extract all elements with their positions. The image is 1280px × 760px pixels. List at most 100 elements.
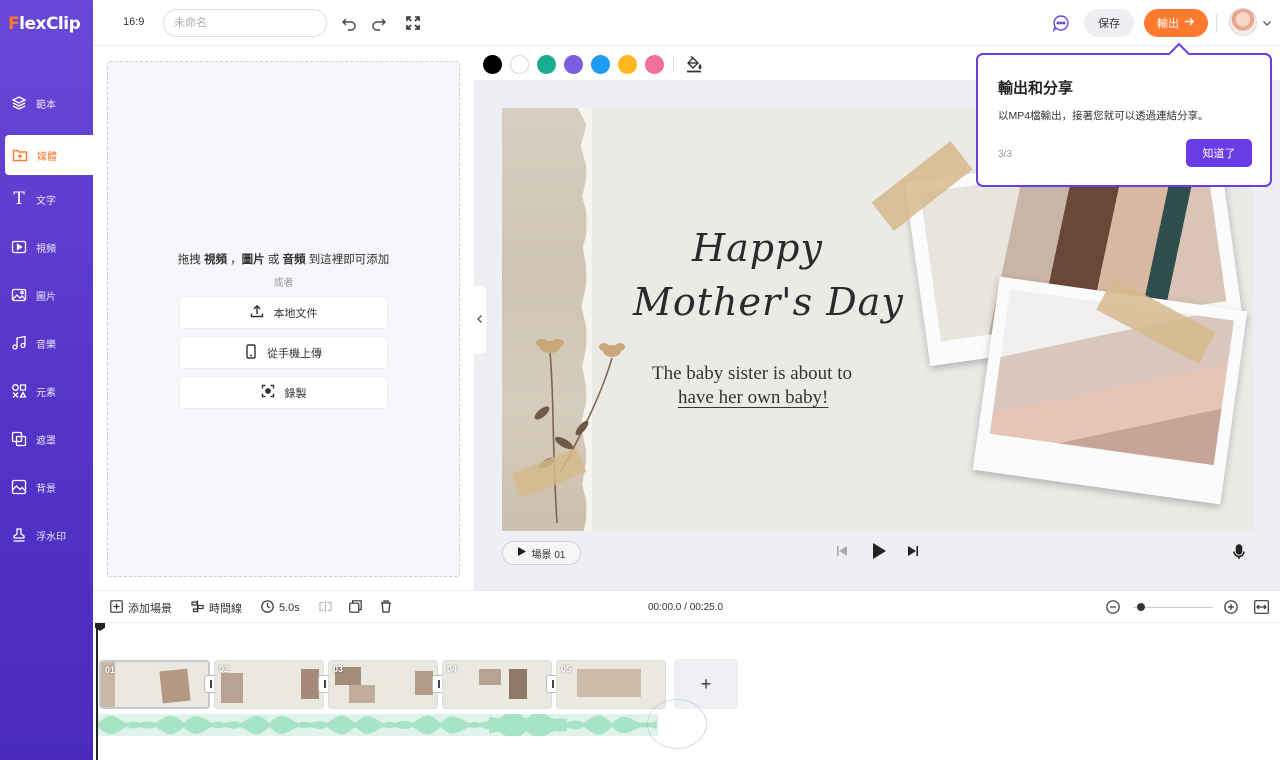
media-dropzone[interactable]: 拖拽 視頻 ，圖片 或 音頻 到這裡即可添加 或者 本地文件 從手機上傳 錄製 xyxy=(107,61,460,577)
microphone-icon[interactable] xyxy=(1232,544,1246,560)
zoom-slider-handle[interactable] xyxy=(1137,603,1145,611)
color-swatch-blue[interactable] xyxy=(591,55,610,74)
fullscreen-icon[interactable] xyxy=(403,13,423,33)
skip-forward-icon[interactable] xyxy=(906,544,920,558)
playback-time: 00:00.0 / 00:25.0 xyxy=(648,602,724,613)
layers-icon xyxy=(11,95,27,111)
zoom-out-icon[interactable] xyxy=(1106,600,1120,614)
clock-icon xyxy=(261,600,274,616)
skip-back-icon[interactable] xyxy=(835,544,849,558)
got-it-button[interactable]: 知道了 xyxy=(1186,139,1252,167)
arrow-right-icon xyxy=(1184,16,1195,30)
subtitle-line-1[interactable]: The baby sister is about to xyxy=(652,363,852,385)
audio-waveform-track[interactable] xyxy=(98,714,658,736)
watermark-stamp-overlay xyxy=(647,699,707,749)
subtitle-line-2[interactable]: have her own baby! xyxy=(678,387,828,409)
sidebar-item-text[interactable]: T 文字 xyxy=(0,179,93,219)
tooltip-step: 3/3 xyxy=(998,149,1012,160)
undo-icon[interactable] xyxy=(339,13,359,33)
color-swatch-white[interactable] xyxy=(510,55,529,74)
color-swatch-yellow[interactable] xyxy=(618,55,637,74)
phone-upload-button[interactable]: 從手機上傳 xyxy=(180,337,387,368)
sidebar-item-background[interactable]: 背景 xyxy=(0,467,93,507)
scene-clip[interactable]: 04 xyxy=(442,660,552,709)
sidebar-item-templates[interactable]: 範本 xyxy=(0,83,93,123)
scene-duration-button[interactable]: 5.0s xyxy=(261,600,300,616)
timeline-track-area: 01 02 03 04 05 + xyxy=(93,623,1280,760)
sidebar-item-video[interactable]: 視頻 xyxy=(0,227,93,267)
elements-icon xyxy=(11,383,27,399)
sidebar: FlexClip 範本 媒體 T 文字 視頻 圖片 音樂 元素 遮罩 背景 浮水… xyxy=(0,0,93,760)
sidebar-item-label: 背景 xyxy=(36,483,56,495)
sidebar-item-watermark[interactable]: 浮水印 xyxy=(0,515,93,555)
scene-clip[interactable]: 03 xyxy=(328,660,438,709)
scene-selector[interactable]: 場景 01 xyxy=(502,541,581,565)
duplicate-icon[interactable] xyxy=(349,600,362,613)
chevron-left-icon xyxy=(476,313,484,327)
play-icon[interactable] xyxy=(871,542,887,560)
top-bar: 16:9 保存 輸出 xyxy=(93,0,1280,46)
color-swatch-purple[interactable] xyxy=(564,55,583,74)
redo-icon[interactable] xyxy=(369,13,389,33)
scene-clip[interactable]: 02 xyxy=(214,660,324,709)
export-tooltip: 輸出和分享 以MP4檔輸出，接著您就可以透過連結分享。 3/3 知道了 xyxy=(976,53,1272,187)
upload-icon xyxy=(250,304,264,321)
sidebar-item-elements[interactable]: 元素 xyxy=(0,371,93,411)
sidebar-item-label: 文字 xyxy=(36,195,56,207)
tooltip-body: 以MP4檔輸出，接著您就可以透過連結分享。 xyxy=(998,110,1209,122)
mobile-phone-icon xyxy=(245,343,257,362)
drop-instructions: 拖拽 視頻 ，圖片 或 音頻 到這裡即可添加 xyxy=(177,254,390,266)
color-swatch-pink[interactable] xyxy=(645,55,664,74)
media-panel: 拖拽 視頻 ，圖片 或 音頻 到這裡即可添加 或者 本地文件 從手機上傳 錄製 xyxy=(93,47,474,590)
or-label: 或者 xyxy=(273,278,294,289)
sidebar-item-label: 圖片 xyxy=(36,291,56,303)
timeline-view-button[interactable]: 時間線 xyxy=(191,600,242,616)
sidebar-item-music[interactable]: 音樂 xyxy=(0,323,93,363)
add-scene-button[interactable]: 添加場景 xyxy=(110,600,172,616)
aspect-ratio-selector[interactable]: 16:9 xyxy=(123,16,144,28)
paint-bucket-icon[interactable] xyxy=(685,55,703,76)
video-icon xyxy=(11,239,27,255)
sidebar-item-media[interactable]: 媒體 xyxy=(5,135,93,175)
watermark-stamp-icon xyxy=(11,527,27,543)
playhead[interactable] xyxy=(95,623,105,760)
zoom-slider-track[interactable] xyxy=(1133,607,1213,608)
collapse-panel-button[interactable] xyxy=(474,286,486,354)
script-heading-line-2[interactable]: Mother's Day xyxy=(633,280,904,324)
add-box-icon xyxy=(110,600,123,616)
zoom-in-icon[interactable] xyxy=(1224,600,1238,614)
script-heading-line-1[interactable]: Happy xyxy=(692,226,823,270)
sidebar-item-label: 視頻 xyxy=(36,243,56,255)
save-button[interactable]: 保存 xyxy=(1084,9,1134,37)
sidebar-item-label: 範本 xyxy=(36,99,56,111)
dried-flower-decoration xyxy=(534,339,625,524)
delete-icon[interactable] xyxy=(380,600,392,613)
project-title-input[interactable] xyxy=(163,9,327,37)
record-button[interactable]: 錄製 xyxy=(180,377,387,408)
chevron-down-icon[interactable] xyxy=(1262,17,1272,31)
sidebar-item-label: 元素 xyxy=(36,387,56,399)
scene-clip[interactable]: 05 xyxy=(556,660,666,709)
scene-clip[interactable]: 01 xyxy=(99,660,210,709)
timeline-icon xyxy=(191,600,204,616)
split-icon[interactable] xyxy=(319,600,332,613)
color-swatch-teal[interactable] xyxy=(537,55,556,74)
fit-timeline-icon[interactable] xyxy=(1254,600,1269,614)
timeline-toolbar: 添加場景 時間線 5.0s 00:00.0 / 00:25.0 xyxy=(93,590,1280,623)
sidebar-item-label: 浮水印 xyxy=(36,531,66,543)
feedback-chat-icon[interactable] xyxy=(1051,13,1071,33)
record-icon xyxy=(261,384,275,401)
sidebar-item-image[interactable]: 圖片 xyxy=(0,275,93,315)
flexclip-logo[interactable]: FlexClip xyxy=(8,13,81,35)
sidebar-item-label: 遮罩 xyxy=(36,435,56,447)
tooltip-title: 輸出和分享 xyxy=(998,80,1074,97)
color-swatch-black[interactable] xyxy=(483,55,502,74)
music-icon xyxy=(11,335,27,351)
background-icon xyxy=(11,479,27,495)
local-file-button[interactable]: 本地文件 xyxy=(180,297,387,328)
export-button[interactable]: 輸出 xyxy=(1144,9,1208,37)
sidebar-item-mask[interactable]: 遮罩 xyxy=(0,419,93,459)
divider xyxy=(673,55,674,73)
divider xyxy=(1216,14,1217,32)
avatar[interactable] xyxy=(1229,8,1257,36)
